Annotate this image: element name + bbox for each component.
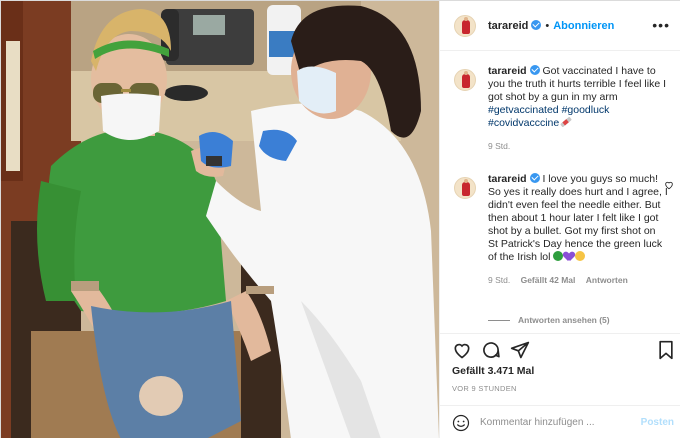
like-comment-heart-icon[interactable] [664,180,674,190]
caption: tarareid Got vaccinated I have to you th… [454,65,668,151]
syringe-emoji [560,116,573,128]
avatar[interactable] [454,177,476,199]
action-icons [452,340,539,360]
view-replies-button[interactable]: Antworten ansehen (5) [488,315,610,325]
caption-meta: 9 Std. [488,141,668,151]
hashtag[interactable]: #getvaccinated [488,104,559,116]
more-horizontal-icon[interactable]: ••• [652,18,670,32]
post-comment-button[interactable]: Posten [641,417,674,428]
comments-section: tarareid Got vaccinated I have to you th… [440,51,680,333]
post-photo[interactable] [1,1,439,438]
avatar[interactable] [454,69,476,91]
avatar[interactable] [454,14,476,37]
smiling-face-emoji [575,251,586,261]
add-comment-bar: Posten [440,405,680,438]
bookmark-icon[interactable] [656,340,676,360]
hashtag[interactable]: #goodluck [562,104,610,116]
caption-time: 9 Std. [488,141,511,151]
separator-dot: • [545,19,550,32]
vaccination-photo [1,1,439,438]
smiley-icon[interactable] [452,414,470,432]
comment-likes[interactable]: Gefällt 42 Mal [521,275,576,285]
comment-input[interactable] [480,417,630,428]
comment: tarareid I love you guys so much! So yes… [454,173,673,285]
hashtag[interactable]: #covidvacccine [488,117,559,129]
post-side-panel: tarareid • Abonnieren ••• tarareid Got v… [439,1,680,438]
replies-divider [488,319,510,321]
header-username[interactable]: tarareid [488,19,542,32]
post-time: VOR 9 STUNDEN [452,384,517,393]
caption-text: tarareid Got vaccinated I have to you th… [488,65,668,130]
follow-button[interactable]: Abonnieren [553,20,614,32]
verified-badge-icon [531,19,542,30]
share-icon[interactable] [510,340,530,360]
instagram-post-window: tarareid • Abonnieren ••• tarareid Got v… [0,0,680,438]
verified-badge-icon [529,173,540,183]
reply-button[interactable]: Antworten [586,275,628,285]
comment-time: 9 Std. [488,275,511,285]
comment-icon[interactable] [481,340,501,360]
comment-meta: 9 Std. Gefällt 42 Mal Antworten [488,275,668,285]
comment-username[interactable]: tarareid [488,173,527,185]
post-header: tarareid • Abonnieren ••• [440,1,680,51]
purple-heart-emoji [564,251,574,261]
view-replies-label: Antworten ansehen (5) [518,315,610,325]
heart-icon[interactable] [452,340,472,360]
comment-body: I love you guys so much! So yes it reall… [488,173,668,263]
verified-badge-icon [529,65,540,75]
caption-username[interactable]: tarareid [488,65,527,77]
action-bar: Gefällt 3.471 Mal VOR 9 STUNDEN [440,333,680,405]
comment-text: tarareid I love you guys so much! So yes… [488,173,668,264]
likes-count[interactable]: Gefällt 3.471 Mal [452,365,534,377]
